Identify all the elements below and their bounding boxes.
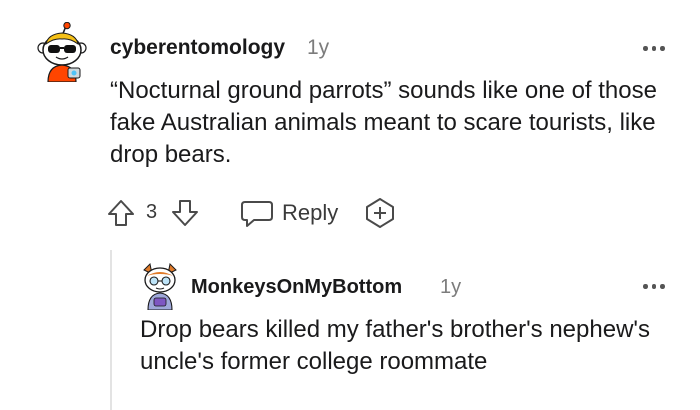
comment-age: 1y <box>307 36 330 59</box>
reply-icon[interactable] <box>240 198 274 228</box>
upvote-icon[interactable] <box>106 198 136 228</box>
reply-more-options-icon[interactable] <box>643 284 665 289</box>
more-options-icon[interactable] <box>643 46 665 51</box>
vote-count: 3 <box>146 201 158 223</box>
comment-username[interactable]: cyberentomology <box>110 36 285 60</box>
reply-button[interactable]: Reply <box>282 200 338 226</box>
snoo-avatar[interactable] <box>34 22 90 82</box>
thread-line <box>110 250 112 410</box>
award-plus-icon[interactable] <box>364 197 396 229</box>
downvote-icon[interactable] <box>170 198 200 228</box>
reply-avatar[interactable] <box>138 262 182 310</box>
comment-body: “Nocturnal ground parrots” sounds like o… <box>110 77 657 168</box>
reply-body: Drop bears killed my father's brother's … <box>140 316 650 375</box>
reply-username[interactable]: MonkeysOnMyBottom <box>191 276 402 299</box>
reply-age: 1y <box>440 276 462 298</box>
